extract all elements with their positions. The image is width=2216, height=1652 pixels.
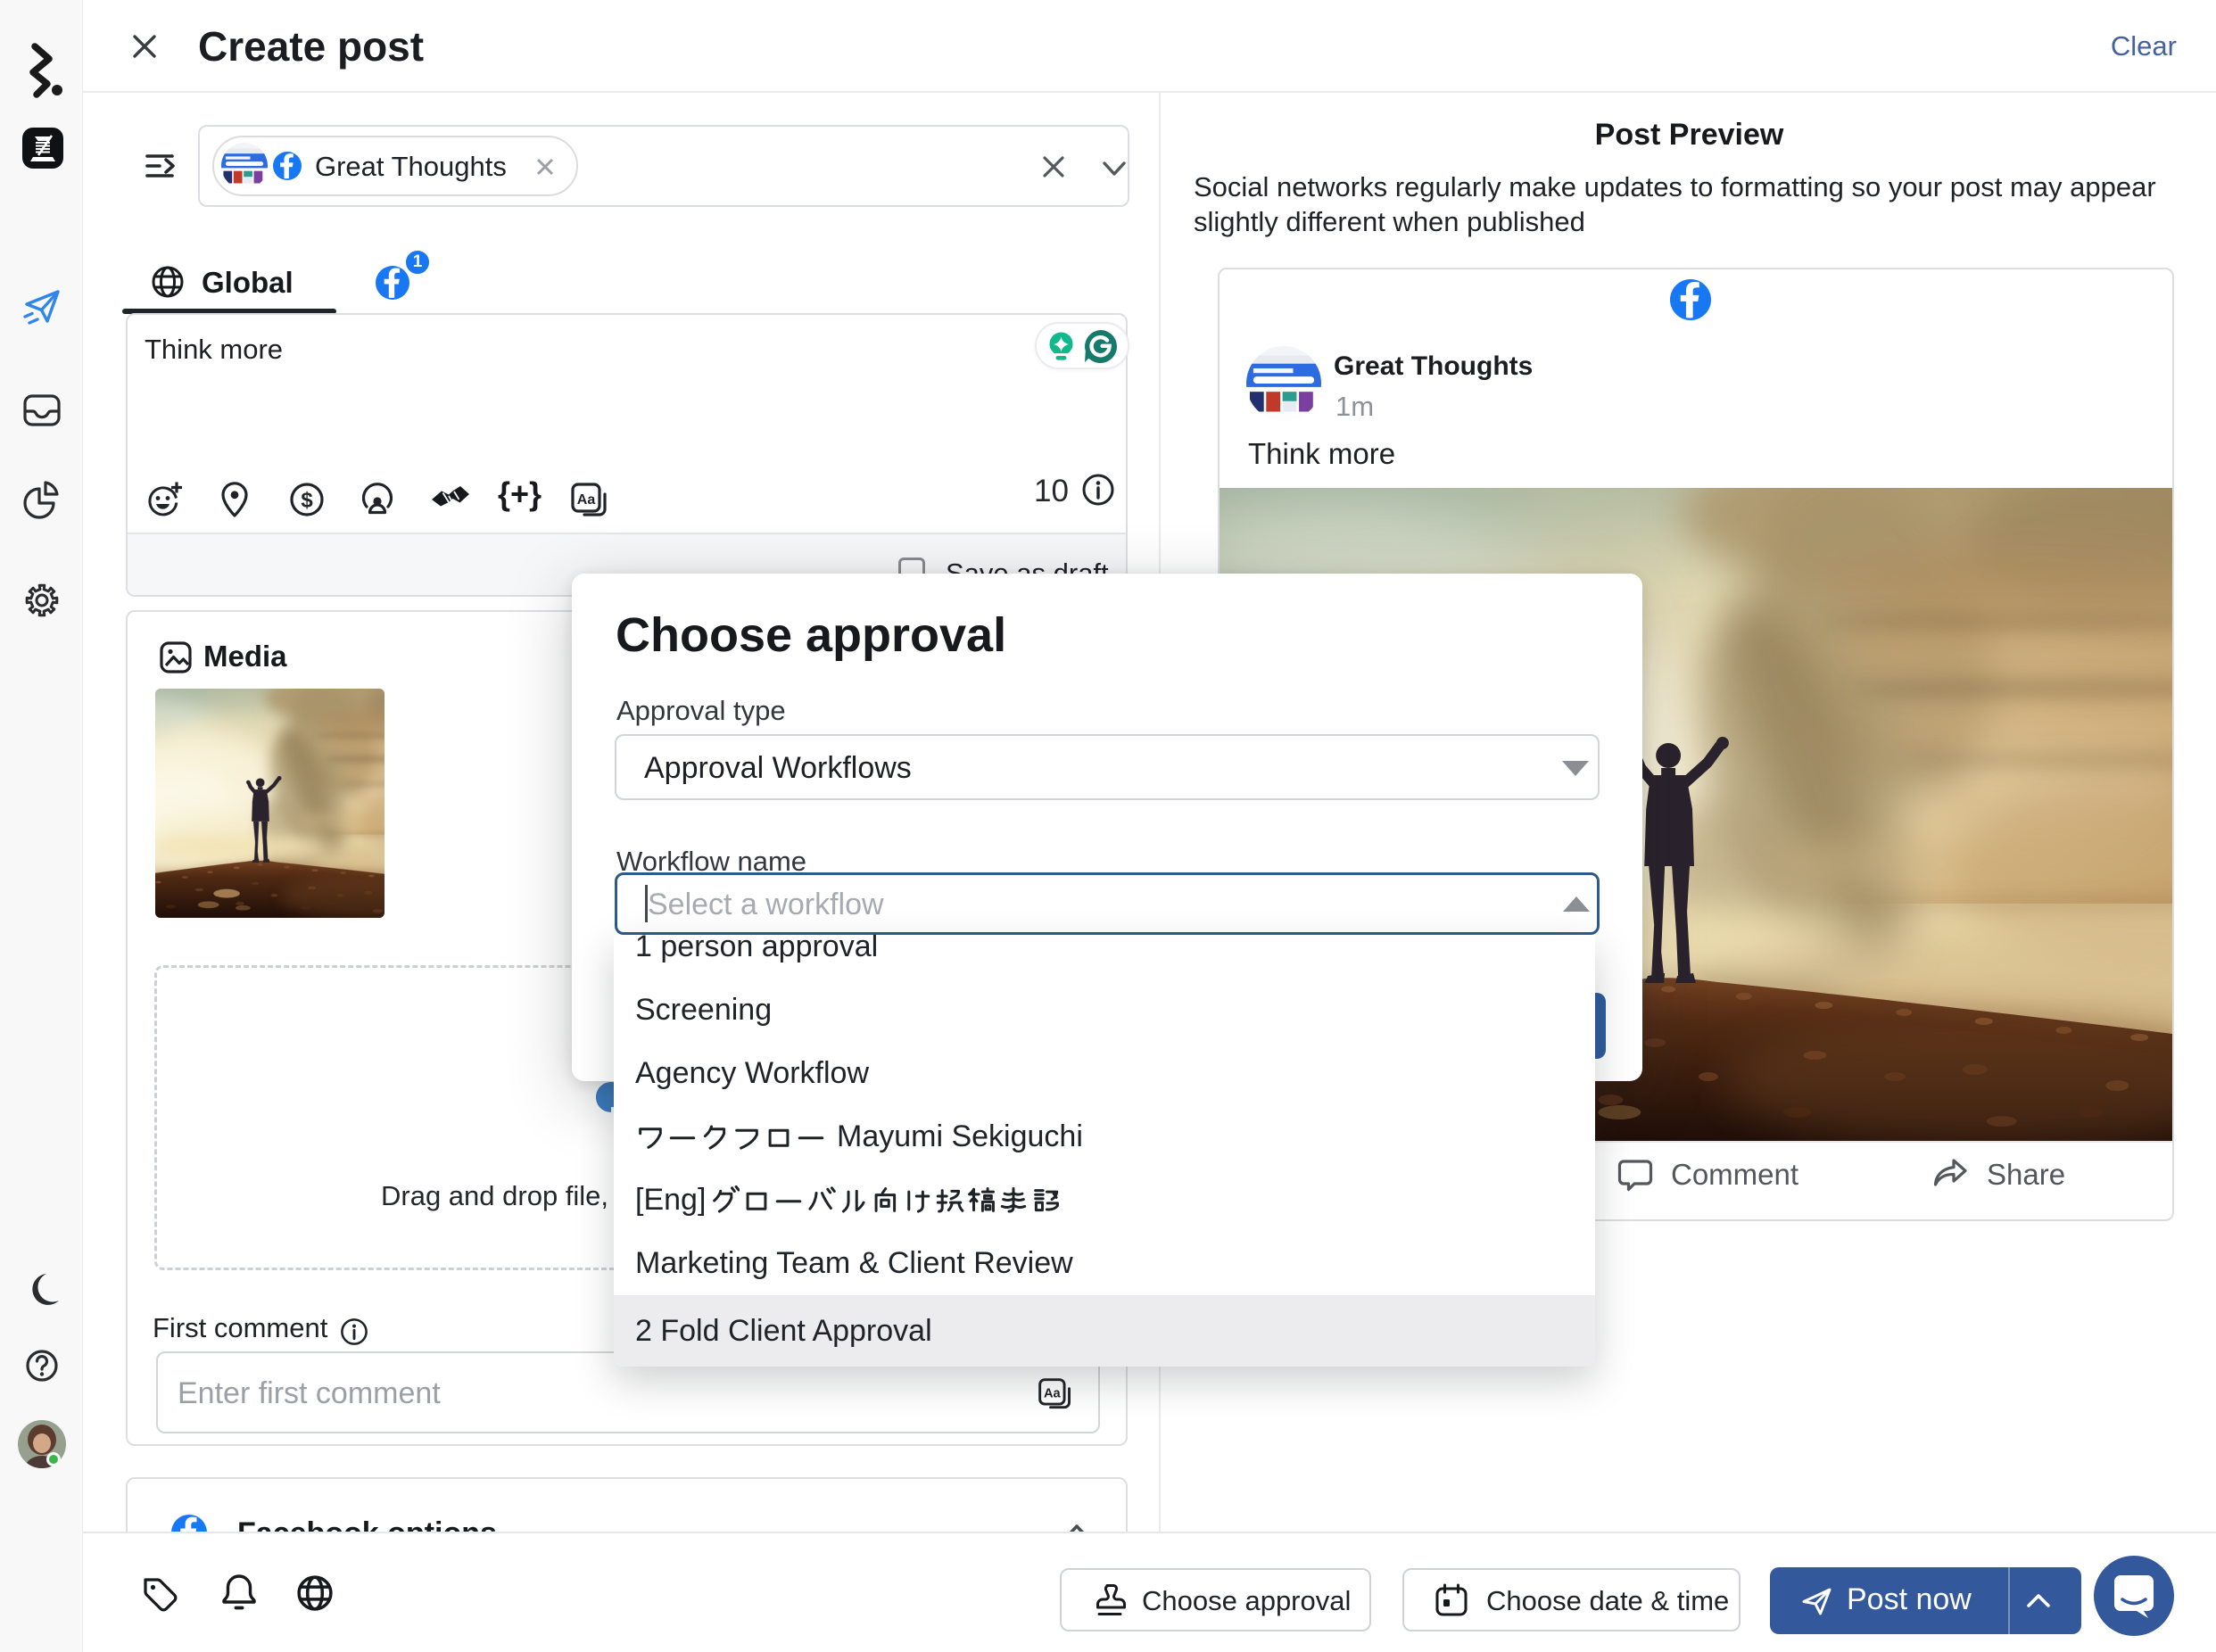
svg-text:Aa: Aa [577, 492, 596, 508]
svg-text:Aa: Aa [1044, 1387, 1062, 1401]
svg-text:$: $ [301, 489, 313, 513]
